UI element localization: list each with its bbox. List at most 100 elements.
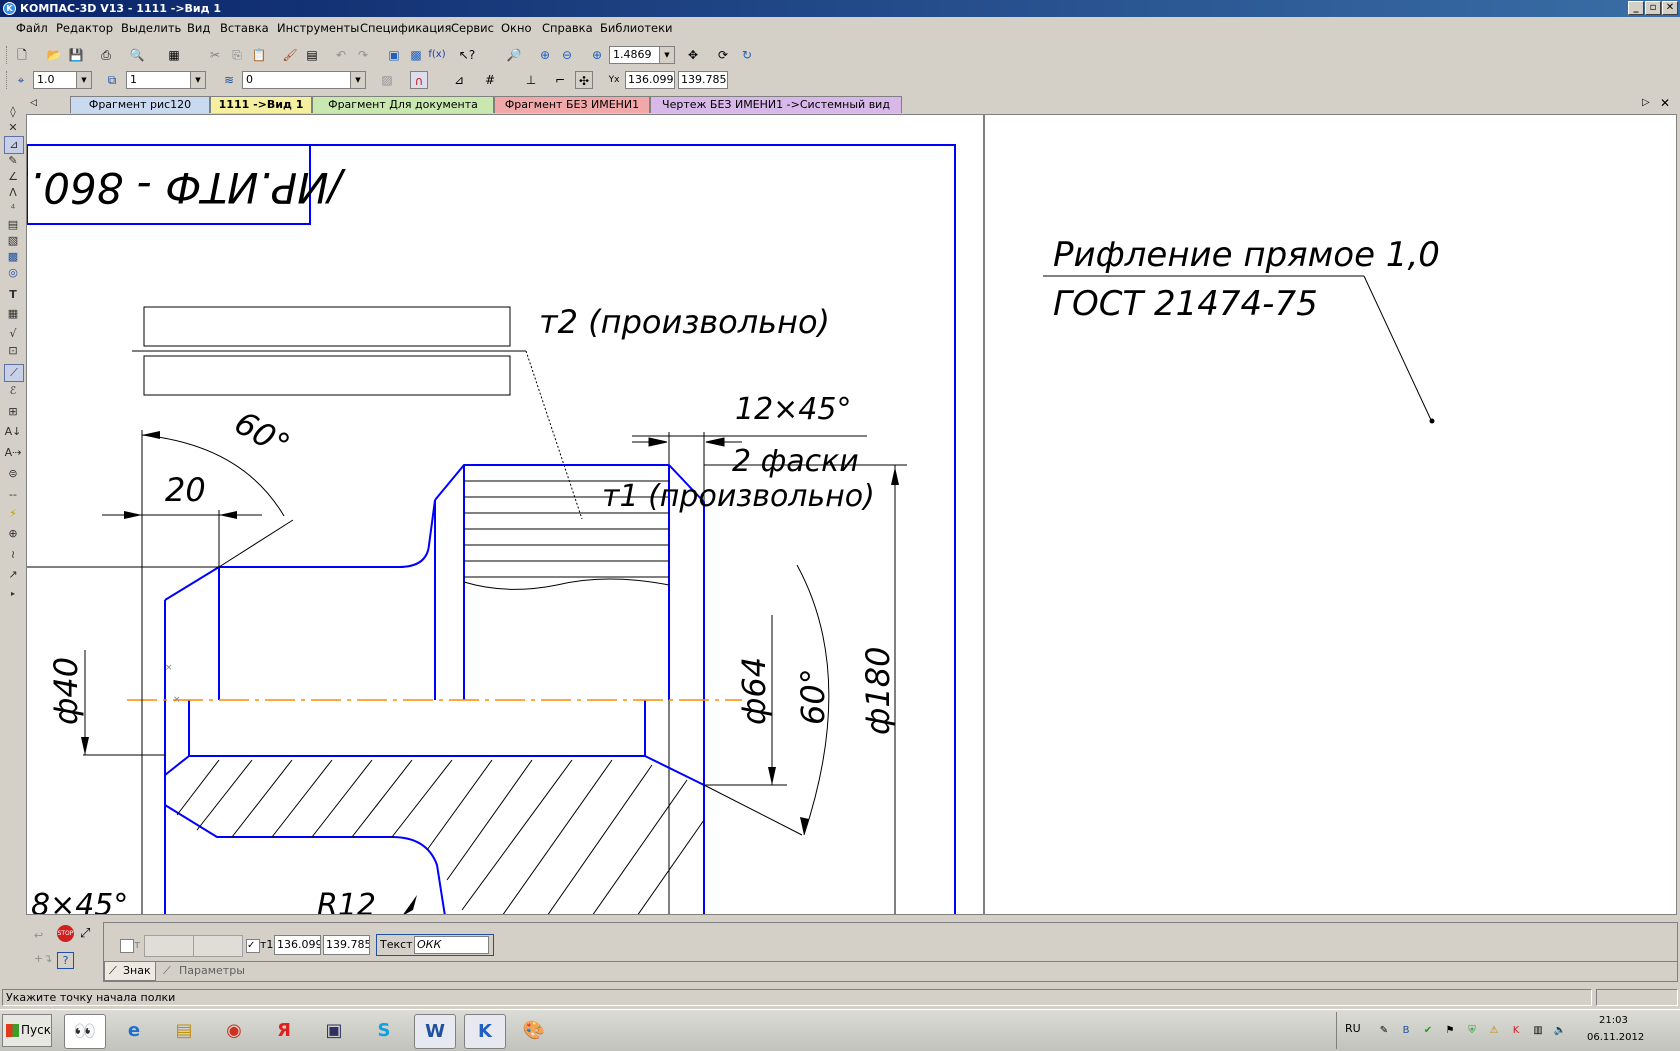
print-icon[interactable]: ⎙: [97, 46, 115, 64]
grid-icon[interactable]: #: [481, 71, 499, 89]
paste-icon[interactable]: 📋: [250, 46, 268, 64]
menu-service[interactable]: Сервис: [451, 21, 494, 35]
menu-window[interactable]: Окно: [501, 21, 532, 35]
close-button[interactable]: ✕: [1662, 1, 1678, 15]
copy-icon[interactable]: ⎘: [228, 46, 246, 64]
chevron-down-icon[interactable]: ▼: [190, 72, 205, 88]
more-icon[interactable]: ▸: [4, 586, 22, 602]
drawing-canvas[interactable]: /ИР.ИТФ - 860.1 т2 (произвольно) 12×45° …: [26, 114, 1677, 915]
tray-check-icon[interactable]: ✔: [1421, 1024, 1435, 1038]
view-arrow-icon[interactable]: A↓: [4, 424, 22, 440]
tray-update-icon[interactable]: ⚠: [1487, 1024, 1501, 1038]
menu-select[interactable]: Выделить: [121, 21, 181, 35]
paint-icon[interactable]: 🎨: [514, 1014, 554, 1047]
layer-icon[interactable]: ≋: [220, 71, 238, 89]
param-icon[interactable]: ⁴: [4, 201, 22, 217]
layer-combo[interactable]: 0 ▼: [242, 71, 366, 89]
view-icon[interactable]: ⧉: [103, 71, 121, 89]
manager-icon[interactable]: ▦: [165, 46, 183, 64]
undo-icon[interactable]: ↶: [332, 46, 350, 64]
t1-checkbox[interactable]: ✓: [246, 939, 260, 953]
skype-icon[interactable]: S: [364, 1014, 404, 1047]
toolbar-grip[interactable]: [6, 46, 10, 64]
menu-view[interactable]: Вид: [187, 21, 210, 35]
magnet-icon[interactable]: ∩: [410, 71, 428, 89]
center-icon[interactable]: ⊕: [4, 526, 22, 542]
measure-icon[interactable]: ▤: [4, 217, 22, 233]
properties-disabled-icon[interactable]: ▨: [378, 71, 396, 89]
tray-k-icon[interactable]: K: [1509, 1024, 1523, 1038]
chevron-down-icon[interactable]: ▼: [659, 47, 674, 63]
step-combo[interactable]: 1.0 ▼: [33, 71, 92, 89]
reports-icon[interactable]: ◎: [4, 265, 22, 281]
table-icon[interactable]: ▦: [4, 306, 22, 322]
menu-tools[interactable]: Инструменты: [277, 21, 359, 35]
maximize-button[interactable]: ▫: [1645, 1, 1661, 15]
leader-icon[interactable]: ⟋: [4, 364, 24, 382]
drawing-svg[interactable]: /ИР.ИТФ - 860.1 т2 (произвольно) 12×45° …: [27, 115, 1677, 915]
tab-znak[interactable]: ⟋ Знак: [104, 962, 156, 981]
tab-1111-view1[interactable]: 1111 ->Вид 1: [210, 96, 312, 113]
clock-date[interactable]: 06.11.2012: [1587, 1032, 1644, 1043]
tray-flag-icon[interactable]: ⚑: [1443, 1024, 1457, 1038]
arrow-icon[interactable]: ↗: [4, 567, 22, 583]
new-file-icon[interactable]: 🗋: [13, 46, 31, 64]
datum-icon[interactable]: ⊡: [4, 343, 22, 359]
mark-icon[interactable]: ⚡: [4, 506, 22, 522]
ortho-icon[interactable]: ⊥: [522, 71, 540, 89]
select-icon[interactable]: ▧: [4, 233, 22, 249]
menu-insert[interactable]: Вставка: [220, 21, 269, 35]
t1-x-field[interactable]: 136.099: [274, 935, 321, 955]
tab-scroll-left-icon[interactable]: ◁: [30, 98, 37, 108]
cut-line-icon[interactable]: A⇢: [4, 445, 22, 461]
ie-icon[interactable]: e: [114, 1014, 154, 1047]
chevron-down-icon[interactable]: ▼: [350, 72, 365, 88]
round-icon[interactable]: ⌐: [551, 71, 569, 89]
dimensions-icon[interactable]: ⊿: [4, 136, 24, 154]
stop-icon[interactable]: STOP: [57, 925, 74, 942]
save-disk-icon[interactable]: ▣: [314, 1014, 354, 1047]
menu-editor[interactable]: Редактор: [56, 21, 113, 35]
zoom-scale-icon[interactable]: ⊕: [588, 46, 606, 64]
step-icon[interactable]: ⌖: [12, 71, 30, 89]
menu-specification[interactable]: Спецификация: [360, 21, 451, 35]
geometry-icon[interactable]: ◊: [4, 104, 22, 120]
zoom-window-icon[interactable]: 🔎: [505, 46, 523, 64]
refresh-view-icon[interactable]: ⟳: [714, 46, 732, 64]
chevron-down-icon[interactable]: ▼: [76, 72, 91, 88]
start-button[interactable]: Пуск: [2, 1014, 52, 1047]
properties-icon[interactable]: ▤: [303, 46, 321, 64]
axis-line-icon[interactable]: --: [4, 487, 22, 503]
tray-b-icon[interactable]: B: [1399, 1024, 1413, 1038]
help-icon[interactable]: ?: [57, 952, 74, 969]
position-icon[interactable]: ℰ: [4, 383, 22, 399]
tab-fragment-document[interactable]: Фрагмент Для документа: [312, 96, 494, 113]
cursor-coords-icon[interactable]: ✣: [575, 71, 593, 89]
function-icon[interactable]: f(x): [428, 46, 446, 64]
preview-icon[interactable]: 🔍: [128, 46, 146, 64]
angle-icon[interactable]: ∠: [4, 169, 22, 185]
brush-icon[interactable]: 🖌: [281, 46, 299, 64]
coord-x-field[interactable]: 136.099: [625, 71, 675, 89]
text-icon[interactable]: T: [4, 287, 22, 303]
language-indicator[interactable]: RU: [1345, 1022, 1361, 1035]
kompas-icon[interactable]: K: [464, 1014, 506, 1049]
menu-libraries[interactable]: Библиотеки: [600, 21, 673, 35]
menu-file[interactable]: Файл: [16, 21, 48, 35]
tolerance-icon[interactable]: ⊞: [4, 404, 22, 420]
help-cursor-icon[interactable]: ↖?: [458, 46, 476, 64]
word-icon[interactable]: W: [414, 1014, 456, 1049]
zoom-out-icon[interactable]: ⊖: [558, 46, 576, 64]
fullscreen-icon[interactable]: ⤢: [80, 926, 90, 941]
yandex-icon[interactable]: Я: [264, 1014, 304, 1047]
zoom-in-icon[interactable]: ⊕: [536, 46, 554, 64]
point-icon[interactable]: ✕: [4, 120, 22, 136]
redo-icon[interactable]: ↷: [354, 46, 372, 64]
tray-network-icon[interactable]: ▥: [1531, 1024, 1545, 1038]
view-combo[interactable]: 1 ▼: [126, 71, 206, 89]
local-cs-icon[interactable]: ⊿: [450, 71, 468, 89]
create-object-icon[interactable]: +↴: [34, 952, 52, 965]
tray-shield-icon[interactable]: ⛨: [1465, 1024, 1479, 1038]
spec-icon[interactable]: ▩: [4, 249, 22, 265]
roughness-icon[interactable]: √: [4, 326, 22, 342]
